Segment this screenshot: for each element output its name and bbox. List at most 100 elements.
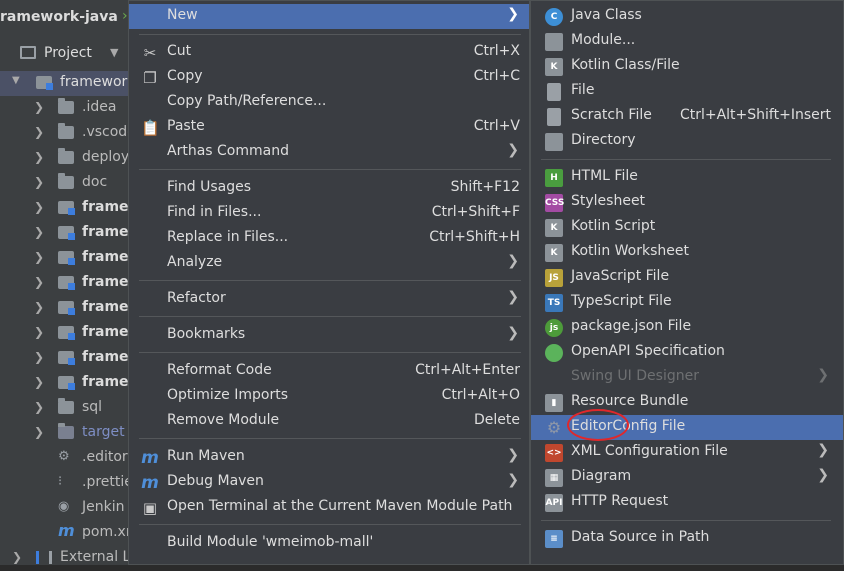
menu-item-refactor[interactable]: Refactor ❯ <box>129 287 529 312</box>
expand-arrow-icon[interactable]: ❯ <box>12 550 22 564</box>
tree-item[interactable]: ⚙ .editor <box>0 446 130 471</box>
menu-item-debug-maven[interactable]: m Debug Maven ❯ <box>129 470 529 495</box>
menu-item-reformat-code[interactable]: Reformat Code Ctrl+Alt+Enter <box>129 359 529 384</box>
menu-item-cut[interactable]: ✂ Cut Ctrl+X <box>129 40 529 65</box>
menu-item-shortcut: Ctrl+X <box>473 43 520 59</box>
tree-item[interactable]: ❯ framew <box>0 221 141 246</box>
menu-item-find-usages[interactable]: Find Usages Shift+F12 <box>129 176 529 201</box>
new-item-module[interactable]: Module... <box>531 29 843 54</box>
tree-item[interactable]: m pom.xr <box>0 521 132 546</box>
new-item-package-json-file[interactable]: js package.json File <box>531 315 843 340</box>
chevron-down-icon[interactable]: ▼ <box>110 46 118 59</box>
new-item-kotlin-worksheet[interactable]: K Kotlin Worksheet <box>531 240 843 265</box>
menu-item-label: Run Maven <box>167 448 245 464</box>
tree-item[interactable]: ❯ sql <box>0 396 130 421</box>
java-class-icon: C <box>545 8 563 26</box>
tree-item-label: pom.xr <box>82 524 132 540</box>
breadcrumb-project[interactable]: ramework-java <box>0 9 118 25</box>
file-icon <box>547 83 561 101</box>
expand-arrow-icon[interactable]: ❯ <box>34 100 44 114</box>
expand-arrow-icon[interactable]: ❯ <box>34 325 44 339</box>
menu-item-copy-path-reference[interactable]: Copy Path/Reference... <box>129 90 529 115</box>
menu-item-open-terminal-at-the-current-maven-module-path[interactable]: ▣ Open Terminal at the Current Maven Modu… <box>129 495 529 520</box>
new-item-file[interactable]: File <box>531 79 843 104</box>
tree-item[interactable]: ❯ External Li <box>0 546 134 571</box>
context-menu: New ❯ ✂ Cut Ctrl+X ❐ Copy Ctrl+C Copy Path/Refer… <box>128 0 530 565</box>
tree-item[interactable]: ❯ framew <box>0 346 141 371</box>
typescript-icon: TS <box>545 294 563 312</box>
menu-item-label: Find Usages <box>167 179 252 195</box>
new-item-kotlin-class-file[interactable]: K Kotlin Class/File <box>531 54 843 79</box>
tree-item[interactable]: ❯ framew <box>0 196 141 221</box>
expand-arrow-icon[interactable]: ❯ <box>34 250 44 264</box>
tree-item[interactable]: ⁝ .prettie <box>0 471 133 496</box>
tree-item[interactable]: ❯ framew <box>0 371 141 396</box>
new-item-directory[interactable]: Directory <box>531 129 843 154</box>
menu-item-build-module-wmeimob-mall[interactable]: Build Module 'wmeimob-mall' <box>129 531 529 556</box>
new-item-javascript-file[interactable]: JS JavaScript File <box>531 265 843 290</box>
new-item-stylesheet[interactable]: CSS Stylesheet <box>531 190 843 215</box>
project-view-icon[interactable] <box>20 46 36 59</box>
tree-item[interactable]: ❯ .idea <box>0 96 130 121</box>
new-item-kotlin-script[interactable]: K Kotlin Script <box>531 215 843 240</box>
tree-item[interactable]: ❯ target <box>0 421 130 446</box>
new-item-diagram[interactable]: ▦ Diagram ❯ <box>531 465 843 490</box>
menu-item-optimize-imports[interactable]: Optimize Imports Ctrl+Alt+O <box>129 384 529 409</box>
new-item-scratch-file[interactable]: Scratch File Ctrl+Alt+Shift+Insert <box>531 104 843 129</box>
menu-item-shortcut: Ctrl+V <box>473 118 520 134</box>
new-item-data-source-in-path[interactable]: ≡ Data Source in Path <box>531 526 843 551</box>
chevron-right-icon: ❯ <box>817 442 829 458</box>
menu-item-label: Open Terminal at the Current Maven Modul… <box>167 498 513 514</box>
expand-arrow-icon[interactable]: ❯ <box>34 300 44 314</box>
module-icon <box>545 33 563 51</box>
new-item-typescript-file[interactable]: TS TypeScript File <box>531 290 843 315</box>
expand-arrow-icon[interactable]: ❯ <box>34 150 44 164</box>
expand-arrow-icon[interactable]: ❯ <box>34 225 44 239</box>
expand-arrow-icon[interactable]: ❯ <box>34 200 44 214</box>
expand-arrow-icon[interactable]: ❯ <box>34 125 44 139</box>
menu-item-remove-module[interactable]: Remove Module Delete <box>129 409 529 434</box>
terminal-icon: ▣ <box>142 499 158 517</box>
expand-arrow-icon[interactable]: ❯ <box>34 350 44 364</box>
menu-separator <box>139 352 521 353</box>
module-folder-icon <box>58 376 75 390</box>
menu-item-bookmarks[interactable]: Bookmarks ❯ <box>129 323 529 348</box>
tree-item[interactable]: ❯ framew <box>0 296 141 321</box>
expand-arrow-icon[interactable]: ❯ <box>34 375 44 389</box>
menu-item-analyze[interactable]: Analyze ❯ <box>129 251 529 276</box>
tree-item-label: target <box>82 424 125 440</box>
menu-item-arthas-command[interactable]: Arthas Command ❯ <box>129 140 529 165</box>
tree-item[interactable]: ❯ deploy <box>0 146 130 171</box>
menu-item-new[interactable]: New ❯ <box>129 4 529 29</box>
expand-arrow-icon[interactable]: ❯ <box>34 175 44 189</box>
paste-icon: 📋 <box>141 119 160 137</box>
new-item-resource-bundle[interactable]: ▮ Resource Bundle <box>531 390 843 415</box>
expand-arrow-icon[interactable]: ❯ <box>34 400 44 414</box>
menu-item-copy[interactable]: ❐ Copy Ctrl+C <box>129 65 529 90</box>
menu-item-label: Replace in Files... <box>167 229 289 245</box>
menu-item-shortcut: Ctrl+Shift+H <box>429 229 520 245</box>
new-item-java-class[interactable]: C Java Class <box>531 4 843 29</box>
project-panel-title[interactable]: Project <box>44 45 92 61</box>
expand-arrow-icon[interactable]: ❯ <box>34 425 44 439</box>
tree-item[interactable]: ❯ framew <box>0 246 141 271</box>
new-item-http-request[interactable]: API HTTP Request <box>531 490 843 515</box>
menu-item-paste[interactable]: 📋 Paste Ctrl+V <box>129 115 529 140</box>
new-item-xml-configuration-file[interactable]: <> XML Configuration File ❯ <box>531 440 843 465</box>
menu-item-run-maven[interactable]: m Run Maven ❯ <box>129 445 529 470</box>
expand-arrow-icon[interactable]: ❯ <box>34 275 44 289</box>
new-item-html-file[interactable]: H HTML File <box>531 165 843 190</box>
tree-item[interactable]: ❯ .vscode <box>0 121 136 146</box>
tree-item[interactable]: ❯ doc <box>0 171 130 196</box>
tree-item[interactable]: ❯ framew <box>0 321 141 346</box>
new-item-openapi-specification[interactable]: OpenAPI Specification <box>531 340 843 365</box>
menu-item-replace-in-files[interactable]: Replace in Files... Ctrl+Shift+H <box>129 226 529 251</box>
tree-item[interactable]: ▼ framework <box>0 71 135 96</box>
chevron-right-icon: ❯ <box>507 253 519 269</box>
menu-item-label: Refactor <box>167 290 226 306</box>
tree-item[interactable]: ❯ framew <box>0 271 141 296</box>
expand-arrow-icon[interactable]: ▼ <box>12 75 20 86</box>
tree-item[interactable]: ◉ Jenkin <box>0 496 130 521</box>
menu-item-find-in-files[interactable]: Find in Files... Ctrl+Shift+F <box>129 201 529 226</box>
breadcrumb-chevron-icon: › <box>122 8 128 24</box>
